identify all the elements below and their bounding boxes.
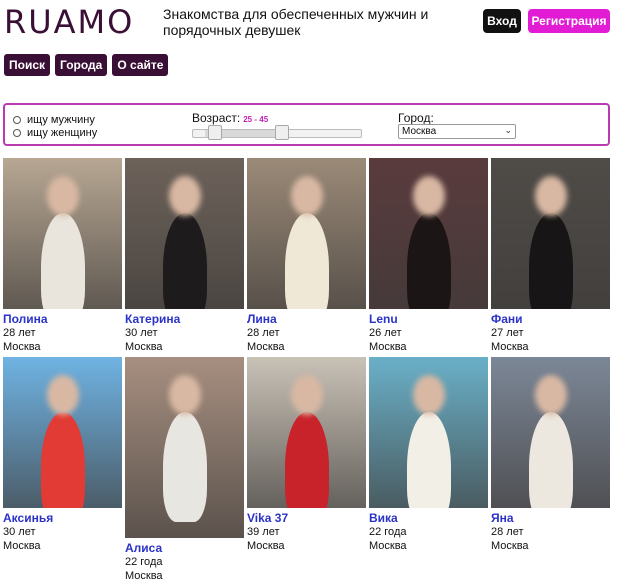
profile-city: Москва — [3, 341, 41, 353]
person-figure — [285, 412, 329, 508]
profile-card[interactable]: Катерина 30 лет Москва — [125, 158, 244, 354]
profile-age: 28 лет — [247, 327, 280, 339]
age-min-handle[interactable] — [208, 125, 222, 140]
profile-name-link[interactable]: Лина — [247, 312, 366, 326]
profile-card[interactable]: Аксинья 30 лет Москва — [3, 357, 122, 553]
chevron-down-icon: ⌄ — [504, 125, 512, 135]
login-button[interactable]: Вход — [483, 9, 521, 33]
profile-name-link[interactable]: Вика — [369, 511, 488, 525]
profile-name-link[interactable]: Полина — [3, 312, 122, 326]
person-figure — [41, 412, 85, 508]
profile-photo[interactable] — [369, 357, 488, 508]
register-button[interactable]: Регистрация — [528, 9, 610, 33]
profile-photo[interactable] — [125, 357, 244, 538]
person-figure — [407, 213, 451, 309]
city-label: Город: — [398, 111, 434, 125]
age-label-text: Возраст: — [192, 111, 241, 125]
profile-card[interactable]: Lenu 26 лет Москва — [369, 158, 488, 354]
profile-city: Москва — [369, 540, 407, 552]
profile-photo[interactable] — [247, 158, 366, 309]
profile-name-link[interactable]: Катерина — [125, 312, 244, 326]
profile-photo[interactable] — [125, 158, 244, 309]
profile-age: 39 лет — [247, 526, 280, 538]
blurred-face — [169, 176, 201, 216]
blurred-face — [291, 176, 323, 216]
profile-card[interactable]: Алиса 22 года Москва — [125, 357, 244, 583]
blurred-face — [413, 176, 445, 216]
profile-name-link[interactable]: Lenu — [369, 312, 488, 326]
age-range-value: 25 - 45 — [243, 115, 269, 124]
profile-age: 22 года — [125, 556, 163, 568]
blurred-face — [413, 375, 445, 415]
profile-city: Москва — [125, 341, 163, 353]
radio-button[interactable] — [13, 129, 21, 137]
profile-card[interactable]: Полина 28 лет Москва — [3, 158, 122, 354]
profile-card[interactable]: Яна 28 лет Москва — [491, 357, 610, 553]
blurred-face — [169, 375, 201, 415]
profile-photo[interactable] — [3, 158, 122, 309]
option-seek-man[interactable]: ищу мужчину — [13, 114, 95, 126]
blurred-face — [291, 375, 323, 415]
search-filter: ищу мужчину ищу женщину Возраст: 25 - 45 … — [3, 103, 610, 146]
profile-name-link[interactable]: Аксинья — [3, 511, 122, 525]
profile-card[interactable]: Вика 22 года Москва — [369, 357, 488, 553]
age-label: Возраст: 25 - 45 — [192, 111, 268, 125]
blurred-face — [47, 375, 79, 415]
profile-age: 26 лет — [369, 327, 402, 339]
nav-search[interactable]: Поиск — [4, 54, 51, 76]
site-logo[interactable]: RUAMO — [4, 2, 134, 42]
blurred-face — [535, 375, 567, 415]
profile-photo[interactable] — [491, 158, 610, 309]
profile-city: Москва — [491, 341, 529, 353]
profile-name-link[interactable]: Vika 37 — [247, 511, 366, 525]
profile-name-link[interactable]: Алиса — [125, 541, 244, 555]
person-figure — [163, 213, 207, 309]
person-figure — [41, 213, 85, 309]
radio-button[interactable] — [13, 116, 21, 124]
profile-city: Москва — [369, 341, 407, 353]
profile-photo[interactable] — [369, 158, 488, 309]
profile-age: 30 лет — [125, 327, 158, 339]
site-tagline: Знакомства для обеспеченных мужчин и пор… — [163, 6, 429, 38]
profile-card[interactable]: Фани 27 лет Москва — [491, 158, 610, 354]
profile-city: Москва — [491, 540, 529, 552]
option-label: ищу женщину — [27, 127, 98, 139]
profile-age: 30 лет — [3, 526, 36, 538]
city-select-value: Москва — [402, 126, 437, 137]
profile-photo[interactable] — [247, 357, 366, 508]
profile-photo[interactable] — [491, 357, 610, 508]
profile-age: 28 лет — [3, 327, 36, 339]
profile-age: 28 лет — [491, 526, 524, 538]
option-seek-woman[interactable]: ищу женщину — [13, 127, 97, 139]
main-nav: Поиск Города О сайте — [4, 54, 169, 76]
blurred-face — [535, 176, 567, 216]
person-figure — [163, 412, 207, 522]
blurred-face — [47, 176, 79, 216]
profile-city: Москва — [247, 341, 285, 353]
profile-name-link[interactable]: Фани — [491, 312, 610, 326]
profile-age: 27 лет — [491, 327, 524, 339]
profile-city: Москва — [125, 570, 163, 582]
age-max-handle[interactable] — [275, 125, 289, 140]
profile-card[interactable]: Vika 37 39 лет Москва — [247, 357, 366, 553]
city-select[interactable]: Москва ⌄ — [398, 124, 516, 139]
nav-cities[interactable]: Города — [55, 54, 108, 76]
profile-age: 22 года — [369, 526, 407, 538]
person-figure — [407, 412, 451, 508]
person-figure — [529, 412, 573, 508]
profile-city: Москва — [3, 540, 41, 552]
nav-about[interactable]: О сайте — [112, 54, 169, 76]
option-label: ищу мужчину — [27, 114, 95, 126]
profile-name-link[interactable]: Яна — [491, 511, 610, 525]
person-figure — [285, 213, 329, 309]
profile-city: Москва — [247, 540, 285, 552]
profile-card[interactable]: Лина 28 лет Москва — [247, 158, 366, 354]
person-figure — [529, 213, 573, 309]
profile-photo[interactable] — [3, 357, 122, 508]
